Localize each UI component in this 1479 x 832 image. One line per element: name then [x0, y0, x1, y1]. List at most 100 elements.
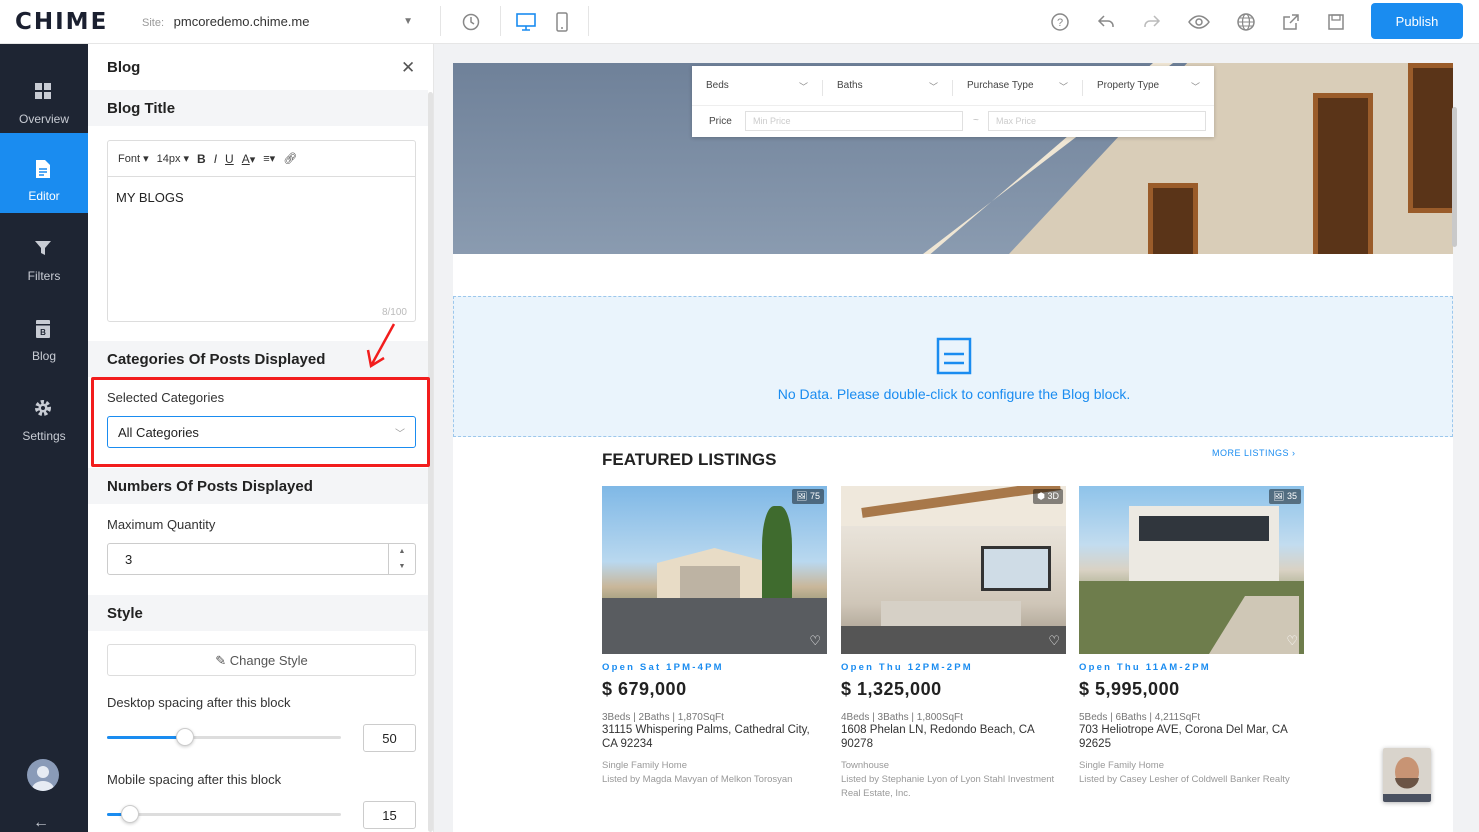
agent-chat-avatar[interactable] — [1383, 748, 1431, 802]
property-type-dropdown[interactable]: Property Type ﹀ — [1083, 80, 1214, 96]
nav-item-editor[interactable]: Editor — [0, 133, 88, 213]
photo-count-badge: 🖼︎ 35 — [1269, 489, 1301, 504]
listing-photo[interactable]: 🖼︎ 75 ♡ — [602, 486, 827, 654]
baths-dropdown[interactable]: Baths ﹀ — [823, 80, 953, 96]
publish-button[interactable]: Publish — [1371, 3, 1463, 39]
change-style-button[interactable]: ✎ Change Style — [107, 644, 416, 676]
purchase-type-dropdown[interactable]: Purchase Type ﹀ — [953, 80, 1083, 96]
chime-logo[interactable]: CHIME — [15, 9, 108, 35]
divider — [588, 6, 589, 36]
site-label: Site: — [142, 17, 165, 29]
desktop-spacing-input[interactable]: 50 — [363, 724, 416, 752]
open-house-label: Open Sat 1PM-4PM — [602, 662, 724, 673]
undo-icon[interactable] — [1093, 9, 1119, 35]
svg-text:?: ? — [1057, 17, 1063, 29]
section-numbers: Numbers Of Posts Displayed — [88, 468, 428, 504]
slider-handle[interactable] — [176, 728, 194, 746]
preview-scrollbar[interactable] — [1452, 107, 1457, 247]
chevron-down-icon: ▼ — [403, 16, 413, 27]
beds-dropdown[interactable]: Beds ﹀ — [692, 80, 823, 96]
listing-price: $ 1,325,000 — [841, 679, 942, 699]
section-style: Style — [88, 595, 428, 631]
desktop-spacing-label: Desktop spacing after this block — [107, 695, 291, 710]
nav-label: Editor — [28, 189, 60, 203]
nav-label: Overview — [18, 112, 69, 126]
top-bar: CHIME Site: pmcoredemo.chime.me ▼ ? Publ… — [0, 0, 1479, 44]
rich-text-editor[interactable]: Font ▾ 14px ▾ B I U A▾ ≡▾ 🔗︎ MY BLOGS 8/… — [107, 140, 416, 322]
annotation-highlight-box — [91, 377, 430, 467]
underline-button[interactable]: U — [225, 152, 234, 166]
listing-specs: 4Beds | 3Baths | 1,800SqFt — [841, 712, 963, 723]
divider — [440, 6, 441, 36]
price-label: Price — [709, 116, 732, 127]
text-color-button[interactable]: A▾ — [242, 152, 256, 166]
font-dropdown[interactable]: Font ▾ — [118, 152, 149, 165]
redo-icon[interactable] — [1139, 9, 1165, 35]
quantity-value: 3 — [125, 552, 133, 567]
slider-handle[interactable] — [121, 805, 139, 823]
site-selector[interactable]: Site: pmcoredemo.chime.me ▼ — [142, 14, 417, 29]
close-icon[interactable]: ✕ — [401, 58, 415, 78]
listing-photo[interactable]: ⬢ 3D ♡ — [841, 486, 1066, 654]
heart-icon[interactable]: ♡ — [809, 633, 821, 649]
listing-specs: 3Beds | 2Baths | 1,870SqFt — [602, 712, 724, 723]
listing-card[interactable]: 🖼︎ 75 ♡ Open Sat 1PM-4PM $ 679,000 3Beds… — [602, 486, 827, 787]
min-price-input[interactable]: Min Price — [745, 111, 963, 131]
globe-icon[interactable] — [1233, 9, 1259, 35]
mobile-spacing-slider[interactable] — [107, 805, 341, 823]
quantity-stepper[interactable]: 3 ▲ ▼ — [107, 543, 416, 575]
mobile-icon[interactable] — [549, 9, 575, 35]
overview-grid-icon — [35, 83, 51, 99]
stepper-arrows[interactable]: ▲ ▼ — [388, 544, 415, 574]
font-size-dropdown[interactable]: 14px ▾ — [157, 152, 189, 165]
photo-count-badge: 🖼︎ 75 — [792, 489, 824, 504]
italic-button[interactable]: I — [214, 152, 217, 166]
share-export-icon[interactable] — [1278, 9, 1304, 35]
listing-price: $ 5,995,000 — [1079, 679, 1180, 699]
link-icon[interactable]: 🔗︎ — [283, 152, 297, 165]
nav-item-settings[interactable]: Settings — [0, 373, 88, 453]
listing-card[interactable]: 🖼︎ 35 ♡ Open Thu 11AM-2PM $ 5,995,000 5B… — [1079, 486, 1304, 787]
heart-icon[interactable]: ♡ — [1286, 633, 1298, 649]
bold-button[interactable]: B — [197, 152, 206, 166]
featured-listings-title: FEATURED LISTINGS — [602, 450, 777, 469]
mobile-spacing-input[interactable]: 15 — [363, 801, 416, 829]
align-dropdown[interactable]: ≡▾ — [263, 152, 275, 165]
char-count: 8/100 — [381, 307, 407, 318]
3d-tour-badge: ⬢ 3D — [1033, 489, 1063, 504]
max-price-input[interactable]: Max Price — [988, 111, 1206, 131]
help-icon[interactable]: ? — [1047, 9, 1073, 35]
open-house-label: Open Thu 11AM-2PM — [1079, 662, 1211, 673]
price-range-dash: ~ — [973, 115, 979, 126]
listing-card[interactable]: ⬢ 3D ♡ Open Thu 12PM-2PM $ 1,325,000 4Be… — [841, 486, 1066, 801]
listing-address[interactable]: 1608 Phelan LN, Redondo Beach, CA 90278 — [841, 723, 1066, 751]
section-blog-title: Blog Title — [88, 90, 428, 126]
collapse-arrow-icon[interactable]: ← — [33, 814, 49, 832]
nav-item-filters[interactable]: Filters — [0, 213, 88, 293]
listing-photo[interactable]: 🖼︎ 35 ♡ — [1079, 486, 1304, 654]
blog-block-placeholder[interactable]: No Data. Please double-click to configur… — [453, 296, 1453, 437]
more-listings-link[interactable]: MORE LISTINGS › — [1212, 448, 1296, 458]
heart-icon[interactable]: ♡ — [1048, 633, 1060, 649]
listing-agent: Listed by Stephanie Lyon of Lyon Stahl I… — [841, 774, 1055, 799]
editor-content[interactable]: MY BLOGS — [116, 190, 184, 205]
save-icon[interactable] — [1323, 9, 1349, 35]
nav-item-blog[interactable]: B Blog — [0, 293, 88, 373]
nav-label: Filters — [27, 269, 61, 283]
desktop-icon[interactable] — [513, 9, 539, 35]
property-search-bar: Beds ﹀ Baths ﹀ Purchase Type ﹀ Property Typ… — [692, 66, 1214, 137]
gear-icon — [35, 400, 51, 416]
listing-address[interactable]: 31115 Whispering Palms, Cathedral City, … — [602, 723, 827, 751]
svg-text:B: B — [40, 328, 46, 337]
desktop-spacing-slider[interactable] — [107, 728, 341, 746]
document-icon — [936, 337, 972, 375]
user-avatar[interactable] — [27, 759, 59, 791]
listing-address[interactable]: 703 Heliotrope AVE, Corona Del Mar, CA 9… — [1079, 723, 1304, 751]
listing-agent: Listed by Casey Lesher of Coldwell Banke… — [1079, 774, 1290, 785]
preview-canvas: Beds ﹀ Baths ﹀ Purchase Type ﹀ Property Typ… — [434, 44, 1479, 832]
history-icon[interactable] — [458, 9, 484, 35]
nav-item-overview[interactable]: Overview — [0, 56, 88, 136]
listing-agent: Listed by Magda Mavyan of Melkon Torosya… — [602, 774, 793, 785]
preview-eye-icon[interactable] — [1186, 9, 1212, 35]
blog-icon: B — [36, 320, 50, 338]
